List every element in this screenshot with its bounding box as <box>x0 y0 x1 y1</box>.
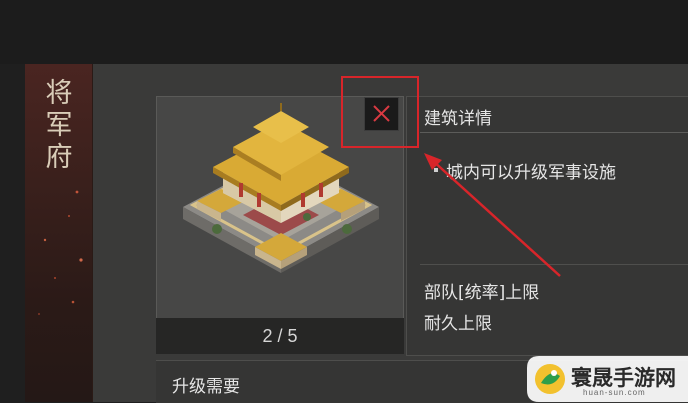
title-char-1: 将 <box>45 78 73 109</box>
title-char-3: 府 <box>45 142 73 173</box>
details-description: 城内可以升级军事设施 <box>446 163 616 183</box>
annotation-highlight-box <box>341 76 419 148</box>
watermark-url: huan-sun.com <box>583 388 646 397</box>
bullet-icon <box>434 168 438 172</box>
stat-durability-limit: 耐久上限 <box>424 314 492 334</box>
watermark: 寰晟手游网 huan-sun.com <box>527 356 688 402</box>
stats-divider <box>420 264 688 265</box>
building-level: 2 / 5 <box>262 326 298 346</box>
title-char-2: 军 <box>45 110 73 141</box>
top-background <box>0 0 688 64</box>
upgrade-header: 升级需要 <box>172 377 240 397</box>
details-header: 建筑详情 <box>424 109 492 129</box>
stat-troop-limit: 部队[统率]上限 <box>424 283 540 303</box>
header-divider <box>420 132 688 133</box>
